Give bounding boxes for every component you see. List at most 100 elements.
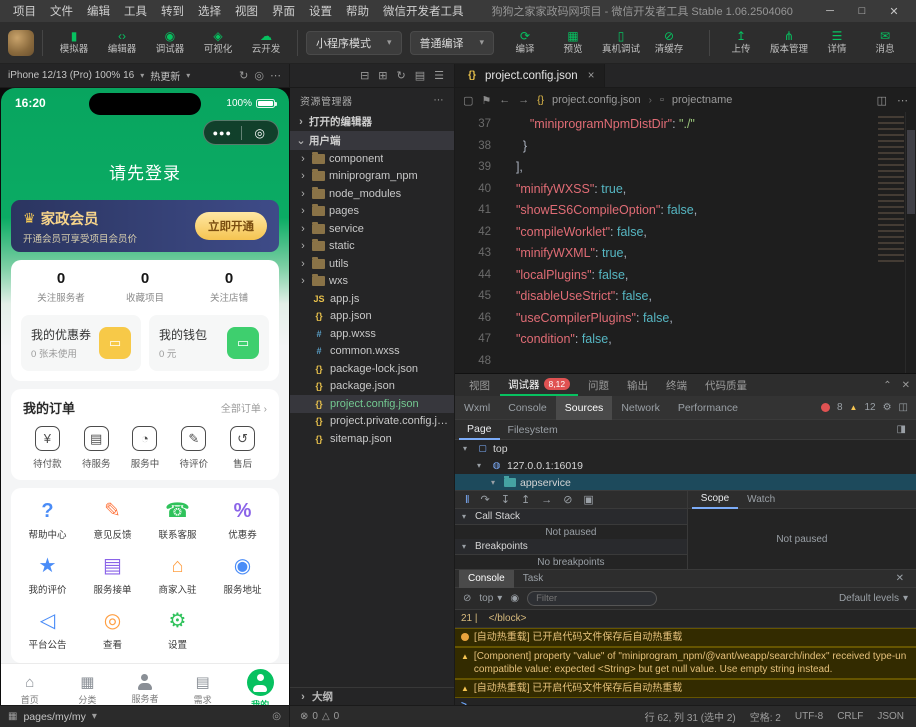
inspect-icon[interactable]: ◎ xyxy=(254,69,264,82)
file-project.config.json[interactable]: {} project.config.json xyxy=(290,395,454,413)
pause-icon[interactable]: ‖ xyxy=(465,494,470,506)
more-icon[interactable]: ⋯ xyxy=(270,69,281,82)
file-pages[interactable]: › pages xyxy=(290,203,454,221)
menu-item-goto[interactable]: 转到 xyxy=(154,3,191,19)
devtools-tab-sources[interactable]: Sources xyxy=(555,395,613,420)
order-aftersale[interactable]: ↺ 售后 xyxy=(218,426,267,470)
dock-icon[interactable]: ◫ xyxy=(899,402,908,413)
login-prompt[interactable]: 请先登录 xyxy=(1,148,289,194)
close-miniprogram-icon[interactable]: ◎ xyxy=(242,126,279,140)
file-utils[interactable]: › utils xyxy=(290,255,454,273)
code-editor[interactable]: 37 "miniprogramNpmDistDir": "./" 38 } 39 ]… xyxy=(455,112,916,373)
file-common.wxss[interactable]: # common.wxss xyxy=(290,343,454,361)
navigator-tab-page[interactable]: Page xyxy=(459,420,500,440)
toolbar-debugger-button[interactable]: ◉ 调试器 xyxy=(147,30,193,56)
log-levels-select[interactable]: Default levels ▾ xyxy=(839,593,908,604)
step-icon[interactable]: → xyxy=(541,494,552,506)
file-static[interactable]: › static xyxy=(290,238,454,256)
file-package-lock.json[interactable]: {} package-lock.json xyxy=(290,360,454,378)
chevron-down-icon[interactable]: ▾ xyxy=(92,711,97,722)
service-merchant-join[interactable]: ⌂ 商家入驻 xyxy=(145,555,210,596)
step-over-icon[interactable]: ↷ xyxy=(481,493,490,506)
service-help-center[interactable]: ? 帮助中心 xyxy=(15,500,80,541)
mode-select[interactable]: 小程序模式 ▾ xyxy=(306,30,402,55)
pause-on-exceptions-icon[interactable]: ▣ xyxy=(583,493,593,506)
maximize-button[interactable]: □ xyxy=(846,5,878,18)
devtools-tab-wxml[interactable]: Wxml xyxy=(455,396,499,420)
service-browse[interactable]: ◎ 查看 xyxy=(80,610,145,651)
stat-fav-projects[interactable]: 0 收藏项目 xyxy=(103,270,187,304)
order-to-pay[interactable]: ¥ 待付款 xyxy=(23,426,72,470)
panel-tab-output[interactable]: 输出 xyxy=(619,374,656,396)
card-wallet[interactable]: 我的钱包 0 元 ▭ xyxy=(149,315,269,371)
file-app.js[interactable]: JS app.js xyxy=(290,290,454,308)
status-item-3[interactable]: CRLF xyxy=(837,711,863,722)
device-select[interactable]: iPhone 12/13 (Pro) 100% 16 xyxy=(8,70,134,81)
new-file-icon[interactable]: ⊞ xyxy=(378,69,387,82)
devtools-tab-performance[interactable]: Performance xyxy=(669,396,747,420)
open-membership-button[interactable]: 立即开通 xyxy=(195,212,267,240)
menu-item-file[interactable]: 文件 xyxy=(43,3,80,19)
back-icon[interactable]: ← xyxy=(499,94,510,106)
more-icon[interactable]: ●●● xyxy=(204,128,241,138)
breadcrumb-file[interactable]: project.config.json xyxy=(552,94,641,106)
close-drawer-icon[interactable]: ✕ xyxy=(896,573,912,584)
service-settings[interactable]: ⚙ 设置 xyxy=(145,610,210,651)
minimize-button[interactable]: ─ xyxy=(814,5,846,18)
execution-context-select[interactable]: top ▾ xyxy=(479,593,502,604)
service-platform-notice[interactable]: ◁ 平台公告 xyxy=(15,610,80,651)
action-details-button[interactable]: ☰ 详情 xyxy=(814,30,860,56)
menu-item-help[interactable]: 帮助 xyxy=(339,3,376,19)
panel-tab-view[interactable]: 视图 xyxy=(461,374,498,396)
console-tab-console[interactable]: Console xyxy=(459,569,514,588)
devtools-tab-network[interactable]: Network xyxy=(612,396,669,420)
file-miniprogram_npm[interactable]: › miniprogram_npm xyxy=(290,168,454,186)
menu-item-project[interactable]: 项目 xyxy=(6,3,43,19)
error-count[interactable]: 8 xyxy=(837,402,843,413)
console-messages[interactable]: 21 | </block> [自动热重载] 已开启代码文件保存后自动热重载 ▲ [Co… xyxy=(455,610,916,705)
minimap[interactable] xyxy=(878,116,904,266)
chevron-down-icon[interactable]: ▾ xyxy=(140,71,144,80)
menu-item-settings[interactable]: 设置 xyxy=(302,3,339,19)
tabbar-demand[interactable]: ▤ 需求 xyxy=(174,664,232,705)
call-stack-header[interactable]: ▾ Call Stack xyxy=(455,509,687,525)
panel-tab-terminal[interactable]: 终端 xyxy=(658,374,695,396)
menu-icon[interactable]: ☰ xyxy=(434,69,444,82)
more-icon[interactable]: ⋯ xyxy=(897,94,908,107)
bookmark-icon[interactable]: ⚑ xyxy=(481,94,491,107)
editor-tab-project-config[interactable]: {} project.config.json × xyxy=(455,64,606,87)
step-out-icon[interactable]: ↥ xyxy=(521,493,530,506)
service-contact-support[interactable]: ☎ 联系客服 xyxy=(145,500,210,541)
toolbar-editor-button[interactable]: ‹› 编辑器 xyxy=(99,30,145,56)
stat-follow-workers[interactable]: 0 关注服务者 xyxy=(19,270,103,304)
status-item-4[interactable]: JSON xyxy=(877,711,904,722)
page-path[interactable]: pages/my/my xyxy=(23,711,85,723)
service-service-address[interactable]: ◉ 服务地址 xyxy=(210,555,275,596)
file-node_modules[interactable]: › node_modules xyxy=(290,185,454,203)
service-coupon[interactable]: % 优惠券 xyxy=(210,500,275,541)
action-device-debug-button[interactable]: ▯ 真机调试 xyxy=(598,30,644,56)
live-expression-icon[interactable]: ◉ xyxy=(510,593,519,604)
service-feedback[interactable]: ✎ 意见反馈 xyxy=(80,500,145,541)
navigator-tab-filesystem[interactable]: Filesystem xyxy=(500,420,566,440)
tree-node-origin[interactable]: ▾ ◍ 127.0.0.1:16019 xyxy=(455,457,916,474)
action-version-control-button[interactable]: ⋔ 版本管理 xyxy=(766,30,812,56)
open-editors-section[interactable]: › 打开的编辑器 xyxy=(290,112,454,131)
console-prompt[interactable]: > xyxy=(455,698,916,705)
status-item-1[interactable]: 空格: 2 xyxy=(750,709,781,724)
card-coupons[interactable]: 我的优惠券 0 张未使用 ▭ xyxy=(21,315,141,371)
panel-tab-code-quality[interactable]: 代码质量 xyxy=(697,374,755,396)
file-app.json[interactable]: {} app.json xyxy=(290,308,454,326)
refresh-icon[interactable]: ↻ xyxy=(397,69,406,82)
file-service[interactable]: › service xyxy=(290,220,454,238)
problems-indicator[interactable]: ⊗ 0 △ 0 xyxy=(290,711,349,722)
console-tab-task[interactable]: Task xyxy=(514,570,553,588)
hot-reload-toggle[interactable]: 热更新 xyxy=(150,68,180,83)
tabbar-mine[interactable]: 我的 xyxy=(231,664,289,705)
close-tab-icon[interactable]: × xyxy=(588,70,595,82)
tree-node-appservice[interactable]: ▾ appservice xyxy=(455,474,916,490)
status-item-2[interactable]: UTF-8 xyxy=(795,711,823,722)
page-path-selector[interactable]: ▦ pages/my/my ▾ ◎ xyxy=(0,706,290,727)
order-to-review[interactable]: ✎ 待评价 xyxy=(169,426,218,470)
file-component[interactable]: › component xyxy=(290,150,454,168)
